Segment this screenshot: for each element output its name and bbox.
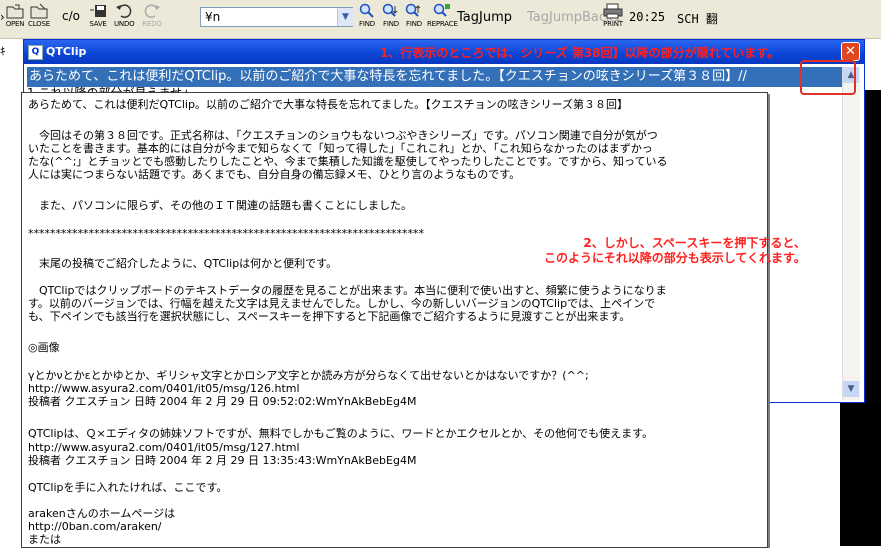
scroll-down-icon[interactable]: ▼ (843, 381, 859, 397)
popup-text-line: いたことを書きます。基本的には自分が今まで知らなくて「知って得した」「これこれ」… (28, 142, 653, 155)
popup-text-line: 今回はその第３８回です。正式名称は、「クエスチョンのショウもないつぶやきシリーズ… (28, 129, 658, 142)
popup-text-line: http://www.asyura2.com/0401/it05/msg/127… (28, 441, 300, 454)
popup-text-line: 末尾の投稿でご紹介したように、QTClipは何かと便利です。 (28, 257, 338, 270)
popup-text-line: または (28, 533, 61, 546)
magnifier-icon (357, 2, 377, 20)
open-icon (5, 2, 25, 20)
popup-text-line: また、パソコンに限らず、その他のＩＴ関連の話題も書くことにしました。 (28, 199, 413, 212)
redo-button[interactable]: REDO (142, 2, 162, 36)
chevron-down-icon[interactable]: ▼ (337, 8, 353, 26)
annotation-2: 2、しかし、スペースキーを押下すると、 このようにそれ以降の部分も表示してくれま… (544, 236, 806, 265)
selected-line[interactable]: あらためて、これは便利だQTClip。以前のご紹介で大事な特長を忘れてました。【… (27, 67, 842, 87)
close-button[interactable]: CLOSE (28, 2, 50, 36)
vertical-scrollbar[interactable]: ▲ ▼ (842, 67, 860, 400)
save-button[interactable]: SAVE (88, 2, 108, 36)
annotation-highlight-box (800, 60, 856, 95)
popup-text-line: す。以前のバージョンでは、行幅を越えた文字は見えませんでした。しかし、今の新しい… (28, 297, 656, 310)
find-next-icon (381, 2, 401, 20)
open-button[interactable]: OPEN (5, 2, 25, 36)
popup-text-line: 投稿者 クエスチョン 日時 2004 年 2 月 29 日 13:35:43:W… (28, 454, 417, 467)
popup-text-line: γとかνとかεとかゆとか、ギリシャ文字とかロシア文字とか読み方が分らなくて出せな… (28, 369, 589, 382)
clock-text: 20:25 (629, 10, 666, 24)
printer-icon (603, 2, 623, 20)
print-button[interactable]: PRINT (603, 2, 623, 36)
popup-text-line: ****************************************… (28, 227, 424, 240)
qtclip-app-icon: Q (28, 45, 43, 60)
replace-icon (432, 2, 452, 20)
window-close-button[interactable]: ✕ (841, 42, 860, 61)
background-editor-left: ｷ (0, 39, 23, 546)
popup-text-line: 投稿者 クエスチョン 日時 2004 年 2 月 29 日 09:52:02:W… (28, 395, 417, 408)
save-icon (88, 2, 108, 20)
popup-text-line: QTClipではクリップボードのテキストデータの履歴を見ることが出来ます。本当に… (28, 284, 667, 297)
popup-text-line: 人には実につまらない話題です。あくまでも、自分自身の備忘録メモ、ひとり言のような… (28, 168, 521, 181)
popup-text-line: ◎画像 (28, 341, 60, 354)
popup-text-line: http://0ban.com/araken/ (28, 520, 162, 533)
popup-text-line: arakenさんのホームページは (28, 507, 176, 520)
toolbar: › OPEN CLOSE c/o SAVE UNDO REDO ¥n ▼ FIN… (0, 0, 881, 39)
find-prev-icon (404, 2, 424, 20)
replace-button[interactable]: REPRACE (427, 2, 458, 36)
popup-text-line: QTClipは、Ｑ×エディタの姉妹ソフトですが、無料でしかもご覧のように、ワード… (28, 427, 654, 440)
redo-icon (142, 2, 162, 20)
co-button[interactable]: c/o (62, 9, 80, 23)
close-file-icon (29, 2, 49, 20)
popup-preview[interactable]: あらためて、これは便利だQTClip。以前のご紹介で大事な特長を忘れてました。【… (21, 92, 768, 548)
find-next-button[interactable]: FIND (381, 2, 401, 36)
popup-text-line: http://www.asyura2.com/0401/it05/msg/126… (28, 382, 300, 395)
find-prev-button[interactable]: FIND (404, 2, 424, 36)
status-text: SCH 翻 (677, 12, 718, 26)
undo-icon (114, 2, 134, 20)
undo-button[interactable]: UNDO (114, 2, 135, 36)
tagjump-button[interactable]: TagJump (457, 10, 512, 25)
find-button[interactable]: FIND (357, 2, 377, 36)
popup-text-line: たな(^^;」とチョッとでも感動したりしたことや、今まで集積した知識を駆使してや… (28, 155, 668, 168)
background-glyph: ｷ (0, 45, 6, 58)
popup-text-line: も、下ペインでも該当行を選択状態にし、スペースキーを押下すると下記画像でご紹介す… (28, 310, 631, 323)
window-title: QTClip (46, 45, 87, 58)
popup-text-line: あらためて、これは便利だQTClip。以前のご紹介で大事な特長を忘れてました。【… (28, 98, 629, 111)
search-combo-input[interactable]: ¥n (200, 7, 353, 27)
annotation-1: 1、行表示のところでは、シリーズ 第38回】以降の部分が隠れています。 (380, 46, 780, 60)
popup-text-line: QTClipを手に入れたければ、ここです。 (28, 481, 228, 494)
